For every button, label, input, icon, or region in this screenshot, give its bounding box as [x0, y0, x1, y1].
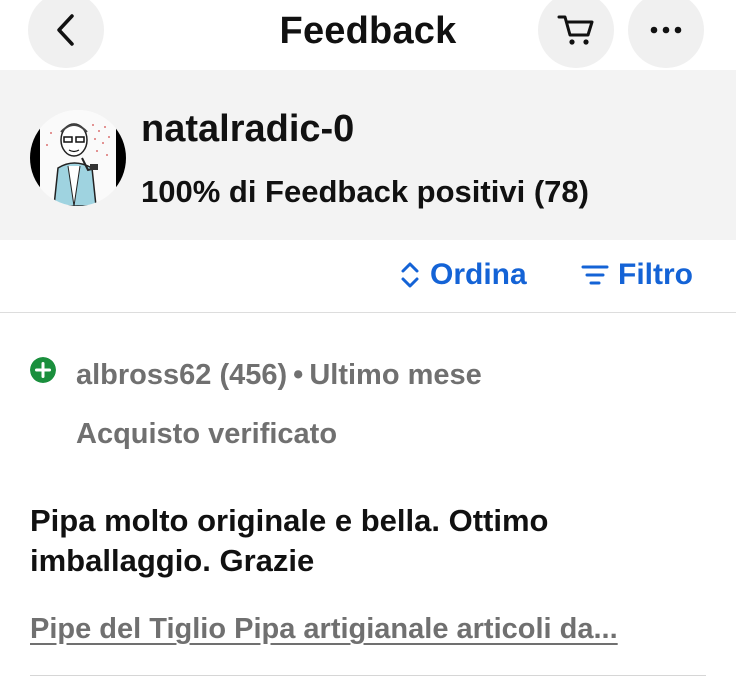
feedback-header: albross62 (456) • Ultimo mese — [30, 356, 482, 392]
separator-dot: • — [293, 359, 304, 391]
filter-button[interactable]: Filtro — [580, 258, 693, 292]
filter-label: Filtro — [618, 258, 693, 291]
sort-chevrons-icon — [401, 262, 419, 288]
seller-username[interactable]: natalradic-0 — [141, 108, 354, 151]
buyer-username[interactable]: albross62 (456) — [76, 359, 287, 392]
divider — [30, 675, 706, 676]
cart-button[interactable] — [538, 0, 614, 68]
item-title-link[interactable]: Pipe del Tiglio Pipa artigianale articol… — [30, 613, 710, 646]
verified-purchase-label: Acquisto verificato — [76, 418, 338, 450]
sort-label: Ordina — [430, 258, 527, 291]
avatar[interactable] — [30, 110, 126, 206]
cart-icon — [557, 15, 594, 45]
filter-icon — [581, 265, 609, 285]
more-horizontal-icon — [650, 26, 682, 34]
feedback-item: albross62 (456) • Ultimo mese Acquisto v… — [0, 313, 736, 679]
avatar-image — [30, 110, 126, 206]
more-button[interactable] — [628, 0, 704, 68]
sort-filter-bar: Ordina Filtro — [0, 240, 736, 313]
sort-button[interactable]: Ordina — [398, 258, 527, 292]
page-title: Feedback — [279, 10, 457, 52]
seller-profile: natalradic-0 100% di Feedback positivi (… — [0, 70, 736, 240]
top-bar: Feedback — [0, 0, 736, 70]
feedback-comment: Pipa molto originale e bella. Ottimo imb… — [30, 503, 549, 578]
feedback-time: Ultimo mese — [309, 359, 482, 391]
plus-circle-icon — [30, 356, 56, 383]
feedback-rating: 100% di Feedback positivi (78) — [141, 174, 589, 209]
